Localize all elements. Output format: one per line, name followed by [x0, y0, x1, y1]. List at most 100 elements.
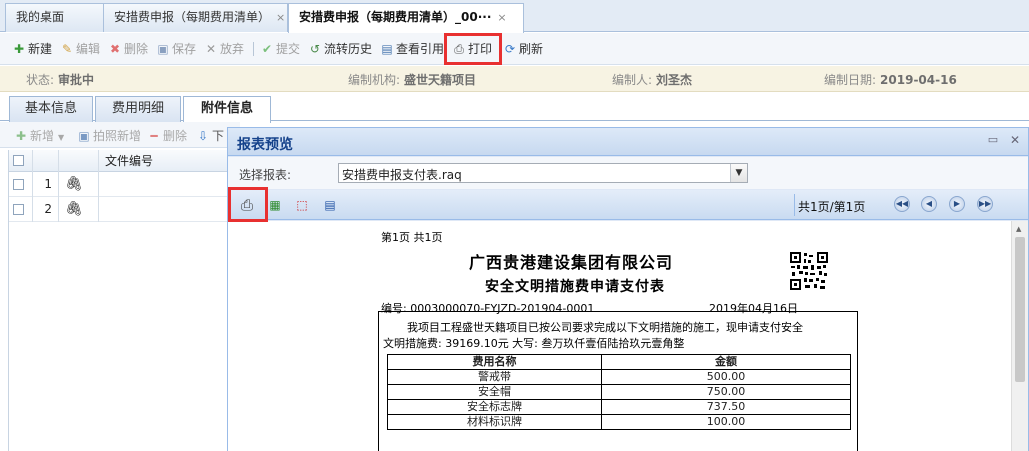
top-tab-bar: 我的桌面 安措费申报（每期费用清单） × 安措费申报（每期费用清单）_00··· × — [0, 0, 1029, 33]
delete-attachment-button[interactable]: ━ 删除 — [147, 127, 187, 145]
main-toolbar: ✚ 新建 ✎ 编辑 ✖ 删除 ▣ 保存 ✕ 放弃 ✔ 提交 ↺ 流转历史 ▤ 查看引用 ⎙ 打印 … — [0, 33, 1029, 65]
delete-icon: ✖ — [109, 42, 121, 56]
last-page-icon[interactable]: ▶▶ — [977, 196, 993, 212]
amount-cell: 500.00 — [601, 369, 851, 385]
tab-attachments[interactable]: 附件信息 — [183, 96, 271, 123]
select-report-label: 选择报表: — [239, 168, 292, 182]
tab-fee-details[interactable]: 费用明细 — [95, 96, 181, 122]
attachment-toolbar: ✚ 新增 ▼ ▣ 拍照新增 ━ 删除 ⇩ 下 — [0, 122, 240, 148]
download-button[interactable]: ⇩ 下 — [196, 127, 224, 145]
fee-name-cell: 安全标志牌 — [387, 399, 602, 415]
body-line-1: 我项目工程盛世天籍项目已按公司要求完成以下文明措施的施工，现申请支付安全 — [407, 321, 803, 334]
close-icon[interactable]: ✕ — [1008, 133, 1022, 147]
report-select-value: 安措费申报支付表.raq — [342, 168, 462, 182]
grid-empty-area — [9, 223, 239, 451]
first-page-icon[interactable]: ◀◀ — [894, 196, 910, 212]
table-row: 材料标识牌 100.00 — [387, 414, 851, 430]
report-print-highlight-box — [228, 187, 268, 222]
edit-button[interactable]: ✎ 编辑 — [60, 40, 100, 58]
pdf-export-icon[interactable]: ⬚ — [293, 196, 311, 214]
new-button[interactable]: ✚ 新建 — [12, 40, 52, 58]
refresh-button[interactable]: ⟳ 刷新 — [503, 40, 543, 58]
dialog-titlebar[interactable]: 报表预览 ▭ ✕ — [228, 128, 1028, 156]
prev-page-icon[interactable]: ◀ — [921, 196, 937, 212]
tab-label: 安措费申报（每期费用清单） — [114, 10, 271, 24]
row-checkbox[interactable] — [13, 204, 24, 215]
grid-header: 文件编号 — [9, 150, 239, 172]
row-number: 1 — [33, 172, 59, 197]
tab-desktop[interactable]: 我的桌面 — [5, 3, 104, 32]
org-field: 编制机构: 盛世天籍项目 — [348, 73, 477, 87]
status-value: 审批中 — [58, 73, 95, 87]
chevron-down-icon[interactable]: ▼ — [730, 164, 747, 182]
detail-tabs: 基本信息 费用明细 附件信息 — [0, 93, 1029, 123]
discard-button[interactable]: ✕ 放弃 — [204, 40, 244, 58]
amount-cell: 750.00 — [601, 384, 851, 400]
scroll-up-icon[interactable]: ▲ — [1016, 225, 1021, 233]
chevron-down-icon: ▼ — [58, 133, 65, 142]
paperclip-icon[interactable]: 🖇 — [59, 172, 99, 197]
submit-button[interactable]: ✔ 提交 — [260, 40, 300, 58]
select-all-checkbox[interactable] — [13, 155, 24, 166]
status-field: 状态: 审批中 — [26, 73, 95, 87]
tab-fee-detail[interactable]: 安措费申报（每期费用清单）_00··· × — [288, 3, 524, 33]
close-icon[interactable]: × — [497, 11, 506, 24]
table-row: 安全标志牌 737.50 — [387, 399, 851, 415]
check-icon: ✔ — [261, 42, 273, 56]
fee-table: 费用名称 金额 警戒带 500.00 安全帽 750.00 安全标志牌 737.… — [387, 354, 851, 430]
tab-label: 我的桌面 — [16, 10, 65, 24]
toolbar-divider — [794, 194, 795, 216]
save-button[interactable]: ▣ 保存 — [156, 40, 196, 58]
dialog-title: 报表预览 — [237, 137, 293, 153]
maximize-icon[interactable]: ▭ — [986, 133, 1000, 147]
report-page: 第1页 共1页 广西贵港建设集团有限公司 安全文明措施费申请支付表 编号: 00… — [228, 221, 1011, 451]
author-value: 刘圣杰 — [656, 73, 693, 87]
report-toolbar: ⎙ ▦ ⬚ ▤ 共1页/第1页 ◀◀ ◀ ▶ ▶▶ — [228, 190, 1028, 220]
info-bar: 状态: 审批中 编制机构: 盛世天籍项目 编制人: 刘圣杰 编制日期: 2019-04-… — [0, 66, 1029, 92]
view-reference-button[interactable]: ▤ 查看引用 — [380, 40, 444, 58]
author-field: 编制人: 刘圣杰 — [612, 73, 693, 87]
word-export-icon[interactable]: ▤ — [321, 196, 339, 214]
save-icon: ▣ — [157, 42, 169, 56]
file-no-cell — [99, 197, 239, 222]
camera-icon: ▣ — [78, 129, 90, 143]
body-line-2: 文明措施费: 39169.10元 大写: 叁万玖仟壹佰陆拾玖元壹角整 — [383, 337, 685, 350]
paperclip-icon[interactable]: 🖇 — [59, 197, 99, 222]
attachment-header — [59, 150, 99, 172]
qr-code-icon — [790, 252, 828, 290]
add-attachment-button[interactable]: ✚ 新增 ▼ — [14, 127, 64, 145]
tab-basic-info[interactable]: 基本信息 — [9, 96, 93, 122]
date-value: 2019-04-16 — [880, 73, 957, 87]
fee-name-cell: 安全帽 — [387, 384, 602, 400]
amount-header: 金额 — [601, 354, 851, 370]
history-icon: ↺ — [309, 42, 321, 56]
table-row[interactable]: 1 🖇 — [9, 172, 239, 197]
page-indicator: 共1页/第1页 — [798, 200, 866, 214]
delete-button[interactable]: ✖ 删除 — [108, 40, 148, 58]
scrollbar-thumb[interactable] — [1015, 237, 1025, 382]
tab-label: 安措费申报（每期费用清单）_00··· — [299, 10, 492, 24]
row-checkbox[interactable] — [13, 179, 24, 190]
history-button[interactable]: ↺ 流转历史 — [308, 40, 372, 58]
excel-export-icon[interactable]: ▦ — [266, 196, 284, 214]
photo-add-button[interactable]: ▣ 拍照新增 — [77, 127, 141, 145]
fee-name-cell: 材料标识牌 — [387, 414, 602, 430]
next-page-icon[interactable]: ▶ — [949, 196, 965, 212]
form-title: 安全文明措施费申请支付表 — [485, 279, 665, 295]
file-no-cell — [99, 172, 239, 197]
select-all-cell — [9, 150, 33, 172]
close-icon[interactable]: × — [276, 11, 285, 24]
report-select[interactable]: 安措费申报支付表.raq ▼ — [338, 163, 748, 183]
table-row[interactable]: 2 🖇 — [9, 197, 239, 222]
tab-fee-list[interactable]: 安措费申报（每期费用清单） × — [103, 3, 288, 32]
pencil-icon: ✎ — [61, 42, 73, 56]
plus-icon: ✚ — [13, 42, 25, 56]
fee-name-header: 费用名称 — [387, 354, 602, 370]
table-row: 警戒带 500.00 — [387, 369, 851, 385]
download-icon: ⇩ — [197, 129, 209, 143]
table-row: 安全帽 750.00 — [387, 384, 851, 400]
fee-name-cell: 警戒带 — [387, 369, 602, 385]
row-number: 2 — [33, 197, 59, 222]
vertical-scrollbar[interactable]: ▲ — [1011, 221, 1028, 451]
report-select-row: 选择报表: 安措费申报支付表.raq ▼ — [228, 157, 1028, 189]
